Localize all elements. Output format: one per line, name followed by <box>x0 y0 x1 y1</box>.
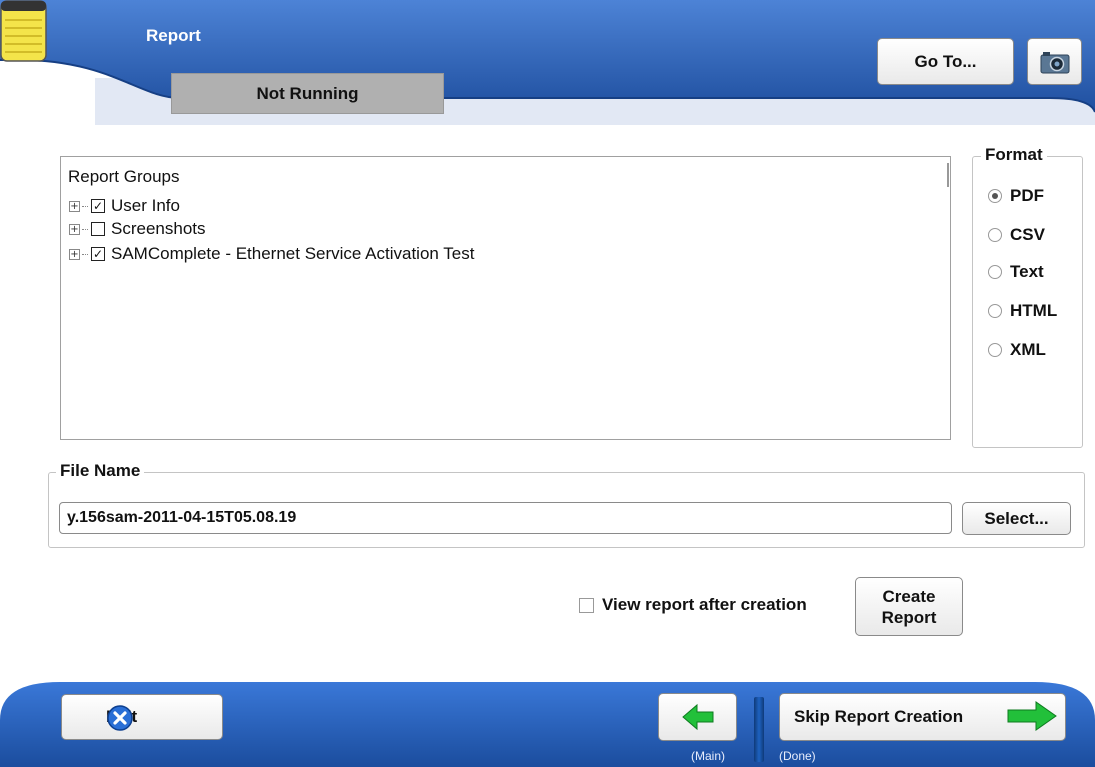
report-groups-tree[interactable]: Report Groups + ✓ User Info + Screenshot… <box>60 156 951 440</box>
tree-item-label: SAMComplete - Ethernet Service Activatio… <box>111 244 475 263</box>
format-option-label: HTML <box>1010 301 1058 320</box>
status-badge: Not Running <box>171 73 444 114</box>
tree-item-label: User Info <box>111 196 180 215</box>
radio-icon[interactable] <box>988 304 1002 318</box>
close-circle-icon <box>107 705 133 731</box>
report-groups-header: Report Groups <box>68 167 180 186</box>
format-option-html[interactable]: HTML <box>988 301 1057 321</box>
back-sublabel: (Main) <box>691 749 726 763</box>
file-name-input[interactable]: y.156sam-2011-04-15T05.08.19 <box>59 502 952 534</box>
radio-icon[interactable] <box>988 265 1002 279</box>
skip-report-label: Skip Report Creation <box>794 707 964 726</box>
footer-divider <box>754 697 764 762</box>
create-report-line1: Create <box>882 586 936 606</box>
screenshot-button[interactable] <box>1027 38 1082 85</box>
format-option-csv[interactable]: CSV <box>988 225 1045 245</box>
tree-scroll-marker <box>947 163 949 187</box>
radio-selected-icon[interactable] <box>988 189 1002 203</box>
format-option-label: CSV <box>1010 225 1045 244</box>
radio-icon[interactable] <box>988 228 1002 242</box>
format-option-xml[interactable]: XML <box>988 340 1046 360</box>
checkbox-icon[interactable] <box>579 597 594 613</box>
format-option-label: PDF <box>1010 186 1044 205</box>
create-report-line2: Report <box>881 607 937 627</box>
expand-icon[interactable]: + <box>69 200 80 212</box>
back-button[interactable] <box>658 693 737 741</box>
tree-item-checkbox[interactable] <box>91 222 105 236</box>
camera-icon <box>1040 51 1069 73</box>
tree-item-screenshots[interactable]: + Screenshots <box>69 218 206 240</box>
exit-button[interactable]: Exit <box>61 694 223 740</box>
create-report-button[interactable]: Create Report <box>855 577 963 636</box>
tree-item-checkbox[interactable]: ✓ <box>91 247 105 261</box>
view-report-checkbox[interactable]: View report after creation <box>579 595 807 615</box>
expand-icon[interactable]: + <box>69 248 80 260</box>
format-option-label: Text <box>1010 262 1044 281</box>
select-button[interactable]: Select... <box>962 502 1071 535</box>
tree-item-label: Screenshots <box>111 219 206 238</box>
notepad-icon <box>0 0 47 62</box>
view-report-label: View report after creation <box>602 595 807 614</box>
expand-icon[interactable]: + <box>69 223 80 235</box>
skip-sublabel: (Done) <box>779 749 816 763</box>
tree-item-user-info[interactable]: + ✓ User Info <box>69 195 180 217</box>
file-name-legend: File Name <box>56 461 145 481</box>
goto-button[interactable]: Go To... <box>877 38 1014 85</box>
arrow-right-icon <box>1007 701 1057 731</box>
format-legend: Format <box>981 145 1047 165</box>
arrow-left-icon <box>681 703 713 731</box>
tree-item-samcomplete[interactable]: + ✓ SAMComplete - Ethernet Service Activ… <box>69 243 474 265</box>
format-option-label: XML <box>1010 340 1046 359</box>
radio-icon[interactable] <box>988 343 1002 357</box>
page-title: Report <box>146 26 201 45</box>
tree-item-checkbox[interactable]: ✓ <box>91 199 105 213</box>
format-option-pdf[interactable]: PDF <box>988 186 1044 206</box>
format-option-text[interactable]: Text <box>988 262 1044 282</box>
